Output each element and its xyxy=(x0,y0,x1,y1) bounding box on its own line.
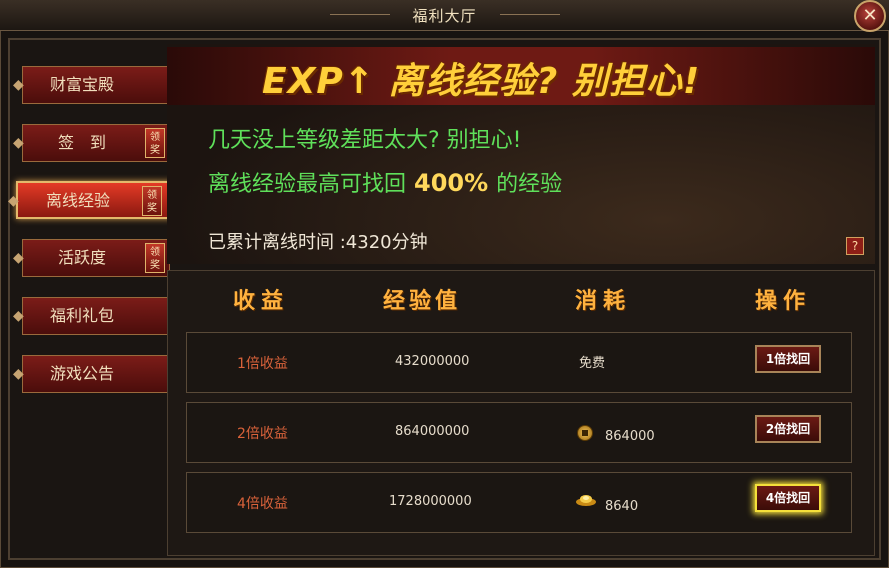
cost-value: 免费 xyxy=(579,356,606,371)
window-title: 福利大厅 xyxy=(412,7,477,25)
table-row: 2倍收益 864000000 864000 2倍找回 xyxy=(186,402,852,463)
claim-badge: 领奖 xyxy=(145,128,165,158)
banner-headline: EXP↑ 离线经验? 别担心! xyxy=(262,61,701,102)
gain-label: 2倍收益 xyxy=(237,426,288,442)
sidebar-item-welfare-pack[interactable]: ◆ 福利礼包 xyxy=(13,297,170,335)
cost-value: 8640 xyxy=(605,499,639,514)
exp-value: 1728000000 xyxy=(389,494,472,509)
close-button[interactable]: ✕ xyxy=(854,0,886,32)
exp-value: 432000000 xyxy=(395,354,470,369)
percent-value: 400% xyxy=(414,169,489,197)
table-row: 1倍收益 432000000 免费 1倍找回 xyxy=(186,332,852,393)
cost-value: 864000 xyxy=(605,429,655,444)
header-cost: 消耗 xyxy=(575,289,632,314)
sidebar-item-offline-exp[interactable]: ◆ 离线经验 领奖 xyxy=(8,181,184,219)
coin-icon xyxy=(577,425,593,441)
table-row: 4倍收益 1728000000 8640 4倍找回 xyxy=(186,472,852,533)
sidebar: ◆ 财富宝殿 ◆ 签 到 领奖 ◆ 离线经验 领奖 ◆ 活跃度 领奖 ◆ 福利礼… xyxy=(8,44,184,556)
recover-4x-button[interactable]: 4倍找回 xyxy=(755,484,821,512)
sidebar-item-label: 活跃度 xyxy=(57,248,106,267)
exp-value: 864000000 xyxy=(395,424,470,439)
recover-1x-button[interactable]: 1倍找回 xyxy=(755,345,821,373)
gain-label: 1倍收益 xyxy=(237,356,288,372)
banner-line-2: 离线经验最高可找回 400% 的经验 xyxy=(208,166,562,198)
line2-prefix: 离线经验最高可找回 xyxy=(208,172,407,197)
claim-badge: 领奖 xyxy=(142,186,162,216)
line2-suffix: 的经验 xyxy=(496,172,563,197)
header-gain: 收益 xyxy=(233,289,290,314)
claim-badge: 领奖 xyxy=(145,243,165,273)
offline-time: 已累计离线时间 :4320分钟 xyxy=(208,232,428,253)
sidebar-item-wealth-palace[interactable]: ◆ 财富宝殿 xyxy=(13,66,170,104)
header-action: 操作 xyxy=(755,289,812,314)
gold-ingot-icon xyxy=(576,495,596,506)
recover-2x-button[interactable]: 2倍找回 xyxy=(755,415,821,443)
sidebar-item-label: 离线经验 xyxy=(45,191,110,210)
sidebar-item-sign-in[interactable]: ◆ 签 到 领奖 xyxy=(13,124,170,162)
sidebar-item-announcement[interactable]: ◆ 游戏公告 xyxy=(13,355,170,393)
sidebar-item-label: 福利礼包 xyxy=(49,306,114,325)
banner-line-1: 几天没上等级差距太大? 别担心! xyxy=(208,128,522,153)
title-bar: 福利大厅 xyxy=(0,0,889,31)
sidebar-item-label: 游戏公告 xyxy=(49,364,114,383)
sidebar-item-label: 财富宝殿 xyxy=(49,75,114,94)
gain-label: 4倍收益 xyxy=(237,496,288,512)
sidebar-item-label: 签 到 xyxy=(57,133,106,152)
sidebar-item-activity[interactable]: ◆ 活跃度 领奖 xyxy=(13,239,170,277)
help-button[interactable]: ? xyxy=(846,237,864,255)
header-exp: 经验值 xyxy=(383,289,462,314)
